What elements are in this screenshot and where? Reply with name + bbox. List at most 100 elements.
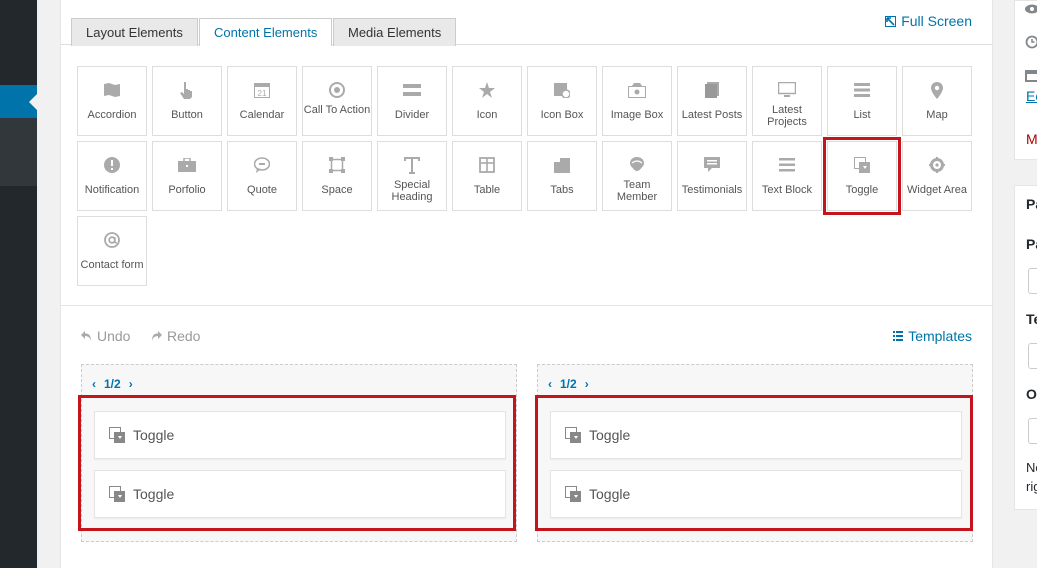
toggle-block[interactable]: Toggle: [94, 470, 506, 518]
chevron-left-icon[interactable]: ‹: [548, 377, 552, 391]
help-note-line-1: Nc: [1026, 460, 1037, 475]
accordion-icon: [78, 81, 146, 99]
active-menu-item[interactable]: [0, 85, 37, 118]
toggle-block[interactable]: Toggle: [550, 411, 962, 459]
chevron-left-icon[interactable]: ‹: [92, 377, 96, 391]
element-toggle[interactable]: Toggle: [823, 137, 901, 215]
element-accordion[interactable]: Accordion: [77, 66, 147, 136]
element-latest-posts[interactable]: Latest Posts: [677, 66, 747, 136]
column-size: 1/2: [104, 377, 121, 391]
element-latest-projects[interactable]: Latest Projects: [752, 66, 822, 136]
template-label: Te: [1026, 311, 1037, 327]
toggle-icon: [565, 427, 581, 443]
space-icon: [303, 156, 371, 174]
template-select[interactable]: [1028, 343, 1037, 369]
table-icon: [453, 156, 521, 174]
element-divider[interactable]: Divider: [377, 66, 447, 136]
element-button[interactable]: Button: [152, 66, 222, 136]
templates-label: Templates: [908, 328, 972, 344]
speech-bubble-icon: [228, 156, 296, 174]
toggle-block[interactable]: Toggle: [550, 470, 962, 518]
briefcase-icon: [153, 156, 221, 174]
panel-title: Pa: [1026, 196, 1037, 212]
page-attributes-panel: Pa Pa Te O Nc rig: [1014, 185, 1037, 510]
full-screen-button[interactable]: Full Screen: [885, 13, 972, 29]
divider-line: [61, 305, 992, 306]
fullscreen-icon: [885, 15, 897, 27]
undo-button[interactable]: Undo: [81, 328, 130, 344]
element-space[interactable]: Space: [302, 141, 372, 211]
toggle-block-label: Toggle: [589, 486, 631, 502]
tabs-icon: [528, 156, 596, 174]
element-contact-form[interactable]: Contact form: [77, 216, 147, 286]
column-left: ‹ 1/2 › Toggle Toggle: [81, 364, 517, 542]
person-icon: [603, 156, 671, 174]
element-list[interactable]: List: [827, 66, 897, 136]
element-notification[interactable]: Notification: [77, 141, 147, 211]
tab-content-elements[interactable]: Content Elements: [199, 18, 333, 46]
calendar-icon: 21: [228, 81, 296, 99]
column-size-control: ‹ 1/2 ›: [548, 377, 589, 391]
target-icon: [303, 81, 371, 99]
full-screen-label: Full Screen: [901, 13, 972, 29]
element-call-to-action[interactable]: Call To Action: [302, 66, 372, 136]
toggle-icon: [565, 486, 581, 502]
admin-submenu: [0, 118, 37, 186]
element-porfolio[interactable]: Porfolio: [152, 141, 222, 211]
toggle-icon: [109, 486, 125, 502]
templates-icon: [893, 331, 904, 341]
help-note-line-2: rig: [1026, 479, 1037, 494]
element-tabs: Layout Elements Content Elements Media E…: [61, 0, 992, 46]
undo-icon: [81, 331, 91, 341]
toggle-icon: [828, 156, 896, 174]
redo-icon: [152, 331, 162, 341]
pointer-icon: [153, 81, 221, 99]
element-special-heading[interactable]: Special Heading: [377, 141, 447, 211]
right-sidebar: Ec M Pa Pa Te O Nc rig: [1014, 0, 1037, 568]
element-quote[interactable]: Quote: [227, 141, 297, 211]
element-testimonials[interactable]: Testimonials: [677, 141, 747, 211]
toggle-block[interactable]: Toggle: [94, 411, 506, 459]
move-to-trash-link[interactable]: M: [1026, 131, 1037, 147]
element-text-block[interactable]: Text Block: [752, 141, 822, 211]
image-icon: [603, 81, 671, 99]
testimonial-icon: [678, 156, 746, 174]
parent-select[interactable]: [1028, 268, 1037, 294]
parent-label: Pa: [1026, 236, 1037, 252]
alert-icon: [78, 156, 146, 174]
element-icon[interactable]: Icon: [452, 66, 522, 136]
element-icon-box[interactable]: Icon Box: [527, 66, 597, 136]
eye-icon: [1025, 4, 1037, 14]
edit-link[interactable]: Ec: [1026, 88, 1037, 104]
toggle-icon: [109, 427, 125, 443]
element-team-member[interactable]: Team Member: [602, 141, 672, 211]
element-calendar[interactable]: 21 Calendar: [227, 66, 297, 136]
templates-button[interactable]: Templates: [893, 328, 972, 344]
chevron-right-icon[interactable]: ›: [129, 377, 133, 391]
icon-box-icon: [528, 81, 596, 99]
order-input[interactable]: [1028, 418, 1037, 444]
column-size-control: ‹ 1/2 ›: [92, 377, 133, 391]
order-label: O: [1026, 386, 1037, 402]
element-tabs[interactable]: Tabs: [527, 141, 597, 211]
admin-sidebar: [0, 0, 37, 568]
svg-text:21: 21: [258, 89, 267, 98]
element-widget-area[interactable]: Widget Area: [902, 141, 972, 211]
redo-button[interactable]: Redo: [151, 328, 200, 344]
list-icon: [828, 81, 896, 99]
tab-media-elements[interactable]: Media Elements: [333, 18, 457, 46]
tab-layout-elements[interactable]: Layout Elements: [71, 18, 198, 46]
column-right: ‹ 1/2 › Toggle Toggle: [537, 364, 973, 542]
star-icon: [453, 81, 521, 99]
chevron-right-icon[interactable]: ›: [585, 377, 589, 391]
toggle-block-label: Toggle: [133, 427, 175, 443]
publish-panel: Ec M: [1014, 0, 1037, 160]
page-builder: Layout Elements Content Elements Media E…: [60, 0, 993, 568]
column-size: 1/2: [560, 377, 577, 391]
undo-label: Undo: [97, 328, 131, 344]
element-image-box[interactable]: Image Box: [602, 66, 672, 136]
divider-icon: [378, 81, 446, 99]
toggle-block-label: Toggle: [133, 486, 175, 502]
element-table[interactable]: Table: [452, 141, 522, 211]
element-map[interactable]: Map: [902, 66, 972, 136]
